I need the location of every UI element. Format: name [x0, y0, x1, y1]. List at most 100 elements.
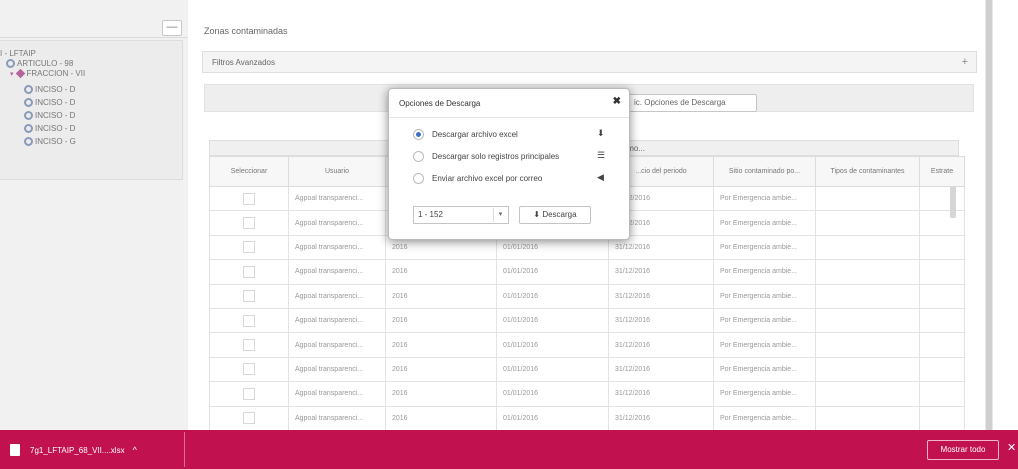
send-icon: ◀: [597, 172, 604, 182]
row-checkbox[interactable]: [243, 265, 255, 278]
table-row[interactable]: Agpoal transparenci...201601/01/201631/1…: [209, 356, 965, 383]
table-row[interactable]: Agpoal transparenci...201601/01/201631/1…: [209, 283, 965, 309]
downloaded-file-name: 7g1_LFTAIP_68_VII....xlsx: [30, 445, 125, 455]
table-cell: 2016: [385, 283, 497, 309]
column-header[interactable]: Sitio contaminado po...: [713, 156, 816, 187]
table-cell: 01/01/2016: [496, 381, 609, 407]
tree-node-label: ARTICULO - 98: [17, 59, 74, 68]
close-icon[interactable]: ✕: [1007, 441, 1016, 454]
table-row[interactable]: Agpoal transparenci...201601/01/201631/1…: [209, 307, 965, 334]
table-cell: Por Emergencia ambie...: [713, 185, 816, 212]
option-download-excel[interactable]: Descargar archivo excel: [413, 127, 518, 141]
download-options-dialog: Opciones de Descarga ✖ Descargar archivo…: [388, 88, 630, 240]
table-cell-empty: [815, 405, 920, 431]
downloaded-file-item[interactable]: 7g1_LFTAIP_68_VII....xlsx ^: [10, 441, 137, 459]
tree-panel: — I - LFTAIP ARTICULO - 98 ▾ FRACCION - V…: [0, 0, 188, 430]
table-scrollbar[interactable]: [950, 186, 956, 218]
table-row[interactable]: Agpoal transparenci...201601/01/201631/1…: [209, 405, 965, 431]
table-row[interactable]: Agpoal transparenci...201601/01/201631/1…: [209, 381, 965, 407]
tree-node-inciso[interactable]: INCISO - D: [24, 98, 75, 107]
select-cell: [209, 307, 289, 334]
chevron-down-icon[interactable]: ▾: [493, 208, 507, 222]
node-circle-icon: [24, 137, 33, 146]
option-download-main-records[interactable]: Descargar solo registros principales: [413, 149, 559, 163]
advanced-filters-bar[interactable]: Filtros Avanzados +: [202, 51, 977, 73]
row-checkbox[interactable]: [243, 363, 255, 376]
tree-node-inciso[interactable]: INCISO - D: [24, 85, 75, 94]
row-checkbox[interactable]: [243, 217, 255, 230]
table-cell: Agpoal transparenci...: [288, 259, 386, 285]
row-checkbox[interactable]: [243, 192, 255, 205]
expand-caret-icon[interactable]: ▾: [10, 70, 14, 78]
node-circle-icon: [24, 124, 33, 133]
table-cell-empty: [815, 210, 920, 236]
tree-node-article[interactable]: ARTICULO - 98: [6, 59, 73, 68]
tree-node-inciso[interactable]: INCISO - G: [24, 137, 76, 146]
table-cell: Agpoal transparenci...: [288, 405, 386, 431]
table-cell: 31/12/2016: [608, 356, 714, 383]
tree-node-label: INCISO - G: [35, 137, 76, 146]
table-cell: 2016: [385, 332, 497, 358]
table-cell: Por Emergencia ambie...: [713, 283, 816, 309]
dialog-divider: [389, 117, 629, 118]
column-header[interactable]: Seleccionar: [209, 156, 289, 187]
record-range-value: 1 - 152: [418, 210, 443, 219]
table-row[interactable]: Agpoal transparenci...201601/01/201631/1…: [209, 259, 965, 285]
option-label: Descargar solo registros principales: [432, 151, 560, 161]
table-cell: Por Emergencia ambie...: [713, 356, 816, 383]
tree-node-inciso[interactable]: INCISO - D: [24, 111, 75, 120]
select-cell: [209, 356, 289, 383]
record-range-select[interactable]: 1 - 152 ▾: [413, 206, 509, 224]
tree-node-inciso[interactable]: INCISO - D: [24, 124, 75, 133]
table-cell: Agpoal transparenci...: [288, 332, 386, 358]
row-checkbox[interactable]: [243, 412, 255, 425]
row-checkbox[interactable]: [243, 314, 255, 327]
tree-node-label: INCISO - D: [35, 111, 76, 120]
tree-view: I - LFTAIP ARTICULO - 98 ▾ FRACCION - VII…: [0, 40, 183, 180]
tree-node-label: INCISO - D: [35, 124, 76, 133]
row-checkbox[interactable]: [243, 387, 255, 400]
column-header[interactable]: Estrate: [919, 156, 965, 187]
table-cell: Agpoal transparenci...: [288, 356, 386, 383]
expand-filters-icon[interactable]: +: [962, 56, 968, 68]
table-cell-empty: [919, 210, 965, 236]
table-cell: 01/01/2016: [496, 259, 609, 285]
page-scrollbar[interactable]: [985, 0, 993, 430]
dialog-title: Opciones de Descarga: [399, 99, 481, 108]
table-cell: 01/01/2016: [496, 405, 609, 431]
row-checkbox[interactable]: [243, 241, 255, 254]
table-row[interactable]: Agpoal transparenci...201601/01/201631/1…: [209, 332, 965, 358]
radio-unselected[interactable]: [413, 150, 424, 162]
tree-node-label: INCISO - D: [35, 85, 76, 94]
select-cell: [209, 185, 289, 212]
node-circle-icon: [24, 85, 33, 94]
table-cell-empty: [815, 234, 920, 261]
row-checkbox[interactable]: [243, 290, 255, 303]
chevron-up-icon[interactable]: ^: [133, 445, 137, 455]
option-label: Enviar archivo excel por correo: [432, 173, 543, 183]
close-icon[interactable]: ✖: [613, 96, 621, 107]
radio-selected[interactable]: [413, 128, 424, 140]
tree-node-fraction[interactable]: ▾ FRACCION - VII: [10, 68, 85, 79]
radio-unselected[interactable]: [413, 172, 424, 184]
scrollbar-thumb[interactable]: [986, 0, 992, 430]
download-button[interactable]: ⬇ Descarga: [519, 206, 591, 224]
row-checkbox[interactable]: [243, 339, 255, 352]
tree-node-label: I - LFTAIP: [0, 49, 36, 58]
show-all-button[interactable]: Mostrar todo: [927, 440, 999, 460]
table-cell: Agpoal transparenci...: [288, 381, 386, 407]
table-cell-empty: [919, 332, 965, 358]
table-cell-empty: [815, 307, 920, 334]
select-cell: [209, 210, 289, 236]
table-cell: 2016: [385, 381, 497, 407]
table-cell: Agpoal transparenci...: [288, 234, 386, 261]
tree-node-root[interactable]: I - LFTAIP: [0, 49, 36, 58]
column-header[interactable]: Tipos de contaminantes: [815, 156, 920, 187]
select-cell: [209, 405, 289, 431]
collapse-panel-button[interactable]: —: [162, 20, 182, 36]
table-cell-empty: [815, 283, 920, 309]
page-title: Zonas contaminadas: [204, 26, 288, 36]
option-send-email[interactable]: Enviar archivo excel por correo: [413, 171, 542, 185]
download-options-button[interactable]: ic. Opciones de Descarga: [625, 94, 757, 112]
column-header[interactable]: Usuario: [288, 156, 386, 187]
